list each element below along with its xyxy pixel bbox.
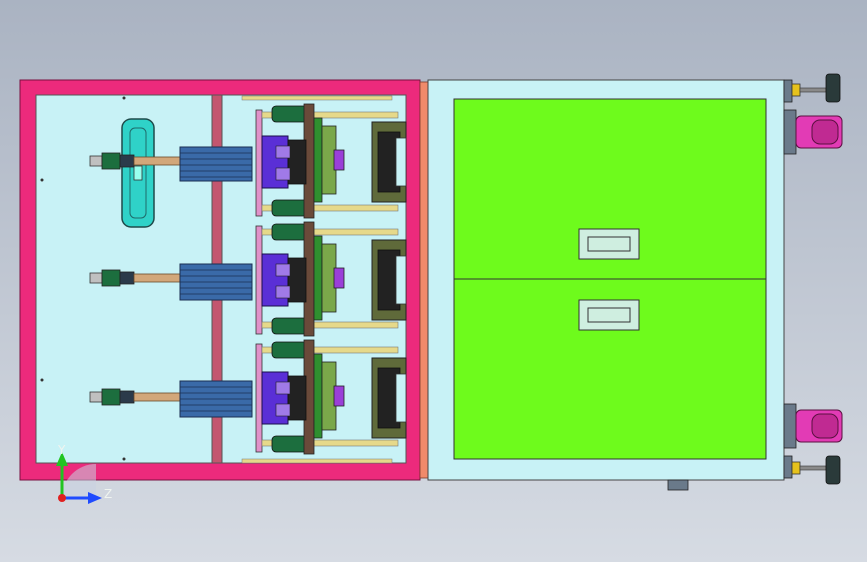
machine-assembly[interactable] — [19, 73, 843, 491]
caster-bottom[interactable] — [783, 403, 843, 449]
y-axis-label: Y — [57, 443, 66, 457]
control-box[interactable] — [121, 118, 155, 228]
caster-top[interactable] — [783, 109, 843, 155]
origin-dot-icon — [58, 494, 66, 502]
upper-door-handle[interactable] — [578, 228, 640, 260]
leveling-foot-top[interactable] — [783, 73, 841, 103]
drain-fitting — [667, 479, 689, 491]
leveling-foot-bottom[interactable] — [783, 455, 841, 485]
z-axis-label: Z — [104, 487, 112, 501]
lower-door-handle[interactable] — [578, 299, 640, 331]
cad-viewport[interactable]: Y Z — [0, 0, 867, 562]
right-cabinet[interactable] — [427, 79, 785, 491]
